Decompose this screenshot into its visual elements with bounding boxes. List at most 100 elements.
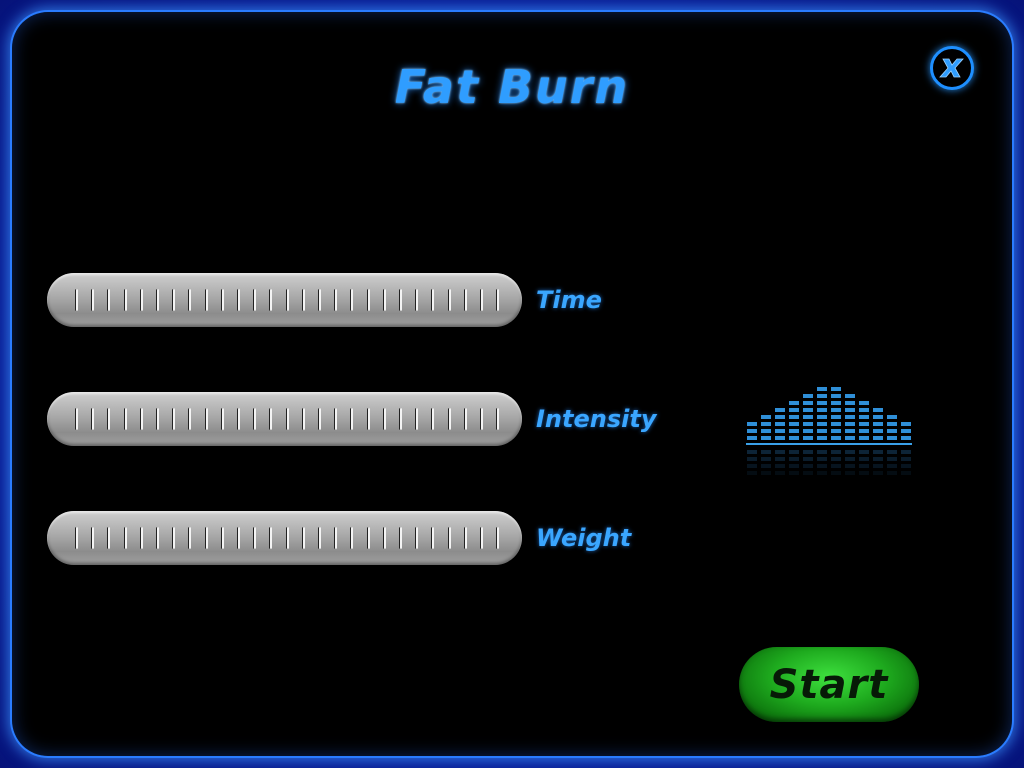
profile-bar-reflection bbox=[775, 464, 785, 468]
profile-bar-reflection bbox=[775, 450, 785, 454]
profile-bar-reflection bbox=[859, 471, 869, 475]
start-button[interactable]: Start bbox=[739, 647, 919, 722]
slider-tick bbox=[301, 408, 305, 430]
profile-bar-reflection bbox=[775, 471, 785, 475]
profile-bar-segment bbox=[845, 408, 855, 412]
profile-bar-reflection bbox=[803, 450, 813, 454]
slider-tick bbox=[431, 289, 435, 311]
slider-tick bbox=[220, 408, 224, 430]
slider-tick bbox=[172, 289, 176, 311]
slider-tick bbox=[220, 527, 224, 549]
slider-tick bbox=[204, 408, 208, 430]
slider-tick bbox=[285, 527, 289, 549]
profile-bar-reflection bbox=[747, 457, 757, 461]
slider-tick bbox=[382, 408, 386, 430]
profile-bar-segment bbox=[761, 422, 771, 426]
profile-bar-segment bbox=[845, 429, 855, 433]
profile-bar-reflection bbox=[887, 471, 897, 475]
slider-tick bbox=[172, 527, 176, 549]
time-slider[interactable] bbox=[47, 273, 522, 327]
close-icon bbox=[939, 58, 964, 78]
slider-tick bbox=[318, 408, 321, 430]
profile-bar-segment bbox=[817, 401, 827, 405]
profile-bar-segment bbox=[831, 436, 841, 440]
profile-bar-reflection bbox=[817, 450, 827, 454]
slider-tick bbox=[463, 527, 467, 549]
slider-tick bbox=[139, 408, 143, 430]
profile-bar-segment bbox=[859, 436, 869, 440]
profile-bar-reflection bbox=[873, 457, 883, 461]
slider-tick bbox=[399, 527, 402, 549]
profile-bar-reflection bbox=[901, 457, 911, 461]
profile-bar-reflection bbox=[887, 464, 897, 468]
profile-bar-reflection bbox=[817, 471, 827, 475]
profile-bar-segment bbox=[845, 394, 855, 398]
slider-tick bbox=[75, 289, 78, 311]
profile-bar-segment bbox=[859, 422, 869, 426]
profile-bar-reflection bbox=[803, 471, 813, 475]
slider-tick bbox=[431, 408, 435, 430]
profile-bar-segment bbox=[803, 436, 813, 440]
intensity-slider[interactable] bbox=[47, 392, 522, 446]
page-title: Fat Burn bbox=[394, 60, 630, 114]
slider-tick bbox=[350, 527, 354, 549]
profile-bar-segment bbox=[817, 429, 827, 433]
profile-bar-reflection bbox=[887, 457, 897, 461]
profile-bar-segment bbox=[817, 408, 827, 412]
slider-tick bbox=[366, 527, 370, 549]
profile-bar-segment bbox=[747, 422, 757, 426]
slider-tick bbox=[334, 408, 338, 430]
profile-bar-segment bbox=[859, 415, 869, 419]
slider-tick bbox=[156, 527, 159, 549]
slider-tick bbox=[139, 527, 143, 549]
profile-bar-segment bbox=[845, 415, 855, 419]
profile-bar-reflection bbox=[761, 464, 771, 468]
slider-tick bbox=[156, 289, 159, 311]
slider-tick bbox=[204, 289, 208, 311]
weight-slider[interactable] bbox=[47, 511, 522, 565]
profile-bar-reflection bbox=[845, 450, 855, 454]
profile-bar-segment bbox=[845, 401, 855, 405]
profile-bar-segment bbox=[873, 422, 883, 426]
slider-tick bbox=[91, 289, 95, 311]
profile-bar-segment bbox=[817, 387, 827, 391]
slider-tick bbox=[415, 289, 419, 311]
slider-tick bbox=[188, 408, 192, 430]
slider-tick bbox=[204, 527, 208, 549]
start-label: Start bbox=[769, 661, 889, 708]
profile-bar-reflection bbox=[831, 464, 841, 468]
profile-bar-segment bbox=[845, 422, 855, 426]
profile-bar-segment bbox=[803, 422, 813, 426]
time-label: Time bbox=[536, 286, 602, 314]
profile-bar-segment bbox=[817, 436, 827, 440]
slider-tick bbox=[334, 527, 338, 549]
slider-tick bbox=[188, 289, 192, 311]
profile-bar-segment bbox=[873, 408, 883, 412]
intensity-slider-row: Intensity bbox=[47, 391, 656, 447]
close-button[interactable] bbox=[930, 46, 974, 90]
slider-tick bbox=[107, 527, 111, 549]
slider-tick bbox=[496, 527, 500, 549]
profile-bar-segment bbox=[831, 387, 841, 391]
profile-bar-segment bbox=[789, 401, 799, 405]
profile-bar-reflection bbox=[747, 450, 757, 454]
profile-bar-reflection bbox=[747, 464, 757, 468]
slider-tick bbox=[318, 527, 321, 549]
slider-tick bbox=[399, 289, 402, 311]
slider-tick bbox=[350, 289, 354, 311]
profile-bar-reflection bbox=[775, 457, 785, 461]
profile-bar-segment bbox=[887, 436, 897, 440]
slider-tick bbox=[334, 289, 338, 311]
profile-bar-segment bbox=[775, 408, 785, 412]
profile-bar-segment bbox=[831, 401, 841, 405]
profile-bar-segment bbox=[775, 429, 785, 433]
profile-bar-segment bbox=[775, 436, 785, 440]
slider-tick bbox=[123, 408, 127, 430]
profile-bar-segment bbox=[803, 401, 813, 405]
profile-bar-segment bbox=[747, 436, 757, 440]
profile-bar-reflection bbox=[817, 457, 827, 461]
profile-bar-reflection bbox=[817, 464, 827, 468]
profile-bar-segment bbox=[831, 394, 841, 398]
slider-tick bbox=[480, 408, 483, 430]
profile-bar-reflection bbox=[845, 464, 855, 468]
